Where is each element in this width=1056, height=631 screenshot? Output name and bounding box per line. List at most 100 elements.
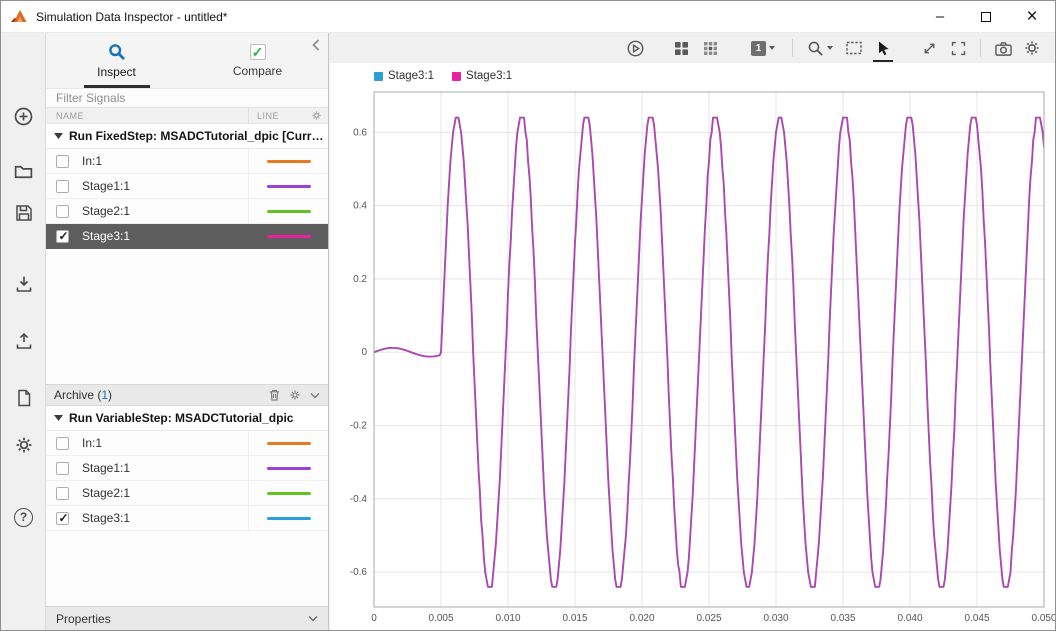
caret-down-icon[interactable] <box>54 133 63 139</box>
archive-label: Archive ( <box>54 388 101 402</box>
signal-line-cell <box>248 506 328 530</box>
zoom-dropdown[interactable] <box>802 35 838 61</box>
archive-count: 1 <box>101 388 108 402</box>
signal-line-swatch <box>267 210 311 213</box>
toolbar-separator <box>980 39 981 57</box>
pointer-tool-button[interactable] <box>870 35 896 61</box>
minimize-button[interactable]: – <box>917 1 963 32</box>
signal-checkbox[interactable] <box>56 512 69 525</box>
archive-label-close: ) <box>108 388 112 402</box>
signal-row[interactable]: Stage3:1 <box>46 224 328 249</box>
zoom-region-button[interactable] <box>841 35 867 61</box>
trash-icon[interactable] <box>269 389 280 401</box>
collapse-sidebar-button[interactable] <box>308 37 324 53</box>
svg-text:0.010: 0.010 <box>495 613 520 624</box>
signal-table-header: NAME LINE <box>46 107 328 124</box>
legend-item[interactable]: Stage3:1 <box>374 70 434 82</box>
tab-compare[interactable]: ✓ Compare <box>187 33 328 88</box>
chevron-down-icon[interactable] <box>310 392 320 399</box>
archive-gear-icon[interactable] <box>289 389 301 401</box>
signal-line-cell <box>248 481 328 505</box>
save-button[interactable] <box>1 196 46 230</box>
run-group-header[interactable]: Run FixedStep: MSADCTutorial_dpic [Curre… <box>46 124 328 149</box>
signal-row[interactable]: Stage2:1 <box>46 199 328 224</box>
svg-text:0.030: 0.030 <box>763 613 788 624</box>
svg-text:0.050: 0.050 <box>1031 613 1056 624</box>
filter-signals-input[interactable] <box>46 89 328 107</box>
svg-text:-0.2: -0.2 <box>350 421 368 432</box>
legend-swatch <box>374 72 383 81</box>
signal-row[interactable]: In:1 <box>46 431 328 456</box>
properties-bar[interactable]: Properties <box>46 606 328 630</box>
signal-name: Stage3:1 <box>82 511 248 525</box>
signal-row[interactable]: Stage3:1 <box>46 506 328 531</box>
snapshot-button[interactable] <box>990 35 1016 61</box>
maximize-button[interactable] <box>963 1 1009 32</box>
expand-axes-button[interactable] <box>916 35 942 61</box>
signal-line-cell <box>248 174 328 198</box>
legend-item[interactable]: Stage3:1 <box>452 70 512 82</box>
signal-row[interactable]: In:1 <box>46 149 328 174</box>
archive-actions <box>269 389 320 401</box>
signal-line-swatch <box>267 185 311 188</box>
signal-checkbox[interactable] <box>56 462 69 475</box>
toolbar-separator <box>792 39 793 57</box>
signal-name: Stage1:1 <box>82 461 248 475</box>
add-run-button[interactable] <box>1 99 46 133</box>
sidebar-tabbar: Inspect ✓ Compare <box>46 33 328 89</box>
sidebar: Inspect ✓ Compare NAME LINE <box>46 33 329 630</box>
signal-plot[interactable]: 00.0050.0100.0150.0200.0250.0300.0350.04… <box>336 91 1056 631</box>
signal-checkbox[interactable] <box>56 230 69 243</box>
caret-down-icon[interactable] <box>54 415 63 421</box>
open-button[interactable] <box>1 154 46 188</box>
subplot-layout-dropdown[interactable]: 1 <box>743 35 783 61</box>
archive-bar[interactable]: Archive (1) <box>46 384 328 406</box>
signal-line-swatch <box>267 467 311 470</box>
magnifier-icon <box>807 40 824 57</box>
chevron-down-icon[interactable] <box>308 615 318 622</box>
signal-line-swatch <box>267 160 311 163</box>
signal-name: In:1 <box>82 436 248 450</box>
corner-brackets-icon <box>950 40 967 57</box>
chart-panel: 1 <box>330 33 1055 630</box>
plot-settings-button[interactable] <box>1019 35 1045 61</box>
signal-row[interactable]: Stage1:1 <box>46 456 328 481</box>
inspect-search-icon <box>108 43 126 61</box>
svg-text:0.040: 0.040 <box>897 613 922 624</box>
plot-area[interactable]: 00.0050.0100.0150.0200.0250.0300.0350.04… <box>336 91 1056 631</box>
signal-checkbox[interactable] <box>56 487 69 500</box>
titlebar: Simulation Data Inspector - untitled* – … <box>1 1 1055 33</box>
layout-custom-button[interactable] <box>697 35 723 61</box>
close-button[interactable]: × <box>1009 1 1055 32</box>
window-title: Simulation Data Inspector - untitled* <box>36 10 227 24</box>
fit-to-view-button[interactable] <box>945 35 971 61</box>
layout-grid-button[interactable] <box>668 35 694 61</box>
custom-grid-icon <box>702 40 719 57</box>
import-arrow-icon <box>14 274 34 294</box>
signal-line-cell <box>248 224 328 248</box>
svg-text:0: 0 <box>361 347 367 358</box>
export-button[interactable] <box>1 324 46 358</box>
column-gear-icon[interactable] <box>311 110 322 121</box>
signal-checkbox[interactable] <box>56 437 69 450</box>
run-simulation-button[interactable] <box>622 35 648 61</box>
signal-checkbox[interactable] <box>56 180 69 193</box>
tab-inspect[interactable]: Inspect <box>46 33 187 88</box>
create-report-button[interactable] <box>1 381 46 415</box>
run-group-header[interactable]: Run VariableStep: MSADCTutorial_dpic <box>46 406 328 431</box>
chevron-left-icon <box>312 39 320 51</box>
signal-row[interactable]: Stage1:1 <box>46 174 328 199</box>
signal-checkbox[interactable] <box>56 155 69 168</box>
import-button[interactable] <box>1 267 46 301</box>
help-button[interactable]: ? <box>1 500 46 534</box>
signal-line-swatch <box>267 235 311 238</box>
legend-swatch <box>452 72 461 81</box>
preferences-button[interactable] <box>1 428 46 462</box>
signal-name: Stage2:1 <box>82 204 248 218</box>
diagonal-expand-icon <box>921 40 938 57</box>
signal-row[interactable]: Stage2:1 <box>46 481 328 506</box>
svg-text:0: 0 <box>371 613 377 624</box>
svg-text:0.015: 0.015 <box>562 613 587 624</box>
tab-inspect-label: Inspect <box>97 65 136 79</box>
signal-checkbox[interactable] <box>56 205 69 218</box>
